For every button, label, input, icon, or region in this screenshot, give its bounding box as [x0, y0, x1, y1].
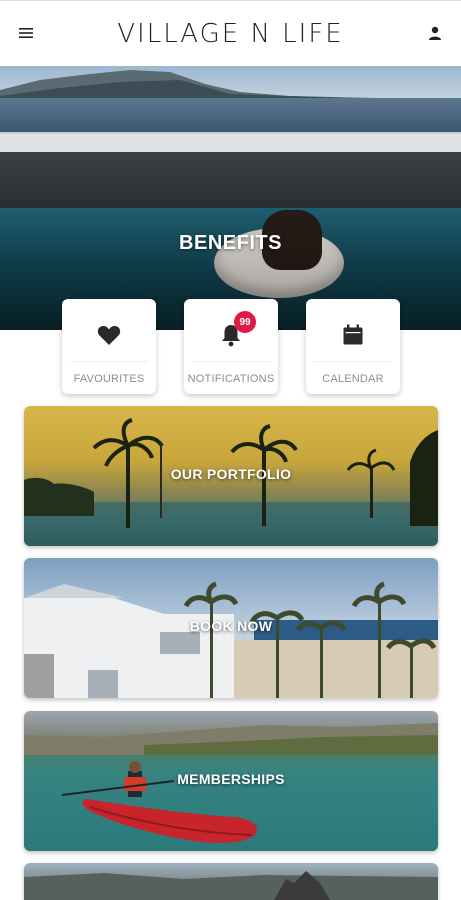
- book-now-tile[interactable]: BOOK NOW: [24, 558, 438, 698]
- hamburger-menu-icon: [19, 28, 33, 38]
- profile-button[interactable]: [423, 21, 447, 45]
- our-portfolio-label: OUR PORTFOLIO: [170, 466, 292, 482]
- notifications-label: NOTIFICATIONS: [187, 373, 275, 385]
- landscape-graphic: [24, 871, 438, 900]
- heart-icon: [97, 325, 121, 345]
- calendar-label: CALENDAR: [322, 373, 384, 385]
- book-now-label: BOOK NOW: [189, 618, 273, 634]
- notifications-button[interactable]: 99 NOTIFICATIONS: [184, 299, 278, 394]
- quick-actions: FAVOURITES 99 NOTIFICATIONS CALENDAR: [0, 299, 461, 395]
- favourites-label: FAVOURITES: [73, 373, 145, 385]
- memberships-label: MEMBERSHIPS: [177, 771, 285, 787]
- menu-button[interactable]: [14, 21, 38, 45]
- partial-tile[interactable]: [24, 863, 438, 900]
- app-header: VILLAGE N LIFE: [0, 0, 461, 66]
- notification-count-badge: 99: [234, 311, 256, 333]
- our-portfolio-tile[interactable]: OUR PORTFOLIO: [24, 406, 438, 546]
- calendar-icon: [343, 324, 363, 345]
- calendar-button[interactable]: CALENDAR: [306, 299, 400, 394]
- hero-title: BENEFITS: [179, 232, 282, 254]
- memberships-tile[interactable]: MEMBERSHIPS: [24, 711, 438, 851]
- benefits-hero[interactable]: BENEFITS: [0, 66, 461, 330]
- favourites-button[interactable]: FAVOURITES: [62, 299, 156, 394]
- user-icon: [429, 26, 441, 40]
- app-title: VILLAGE N LIFE: [117, 18, 344, 49]
